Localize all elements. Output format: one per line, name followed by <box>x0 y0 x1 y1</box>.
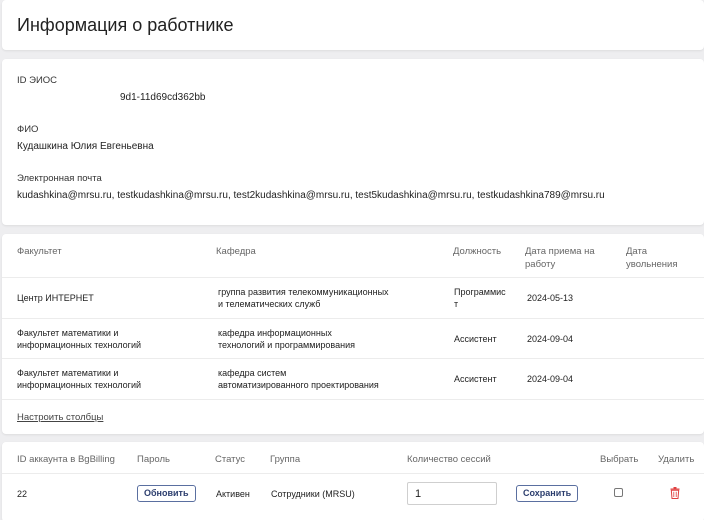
col-account-id: ID аккаунта в BgBilling <box>17 454 115 465</box>
divider <box>2 318 704 319</box>
row1-hire-date: 2024-05-13 <box>527 293 574 303</box>
account-status: Активен <box>216 489 250 499</box>
info-card: ID ЭИОС 9d1-11d69cd362bb ФИО Кудашкина Ю… <box>2 59 704 225</box>
row3-department: кафедра систем автоматизированного проек… <box>218 368 379 390</box>
row2-department: кафедра информационных технологий и прог… <box>218 328 355 350</box>
col-group: Группа <box>270 454 301 465</box>
col-delete: Удалить <box>658 454 695 465</box>
col-dismiss-date: Дата увольнения <box>626 246 678 270</box>
col-faculty: Факультет <box>17 246 62 257</box>
employment-table-card: Факультет Кафедра Должность Дата приема … <box>2 234 704 434</box>
row2-faculty: Факультет математики и информационных те… <box>17 328 142 350</box>
col-department: Кафедра <box>216 246 256 257</box>
col-sessions: Количество сессий <box>407 454 491 465</box>
email-value: kudashkina@mrsu.ru, testkudashkina@mrsu.… <box>17 190 605 201</box>
email-label: Электронная почта <box>17 173 102 184</box>
col-select: Выбрать <box>600 454 639 465</box>
divider <box>2 277 704 278</box>
sessions-input[interactable] <box>407 482 497 505</box>
row3-hire-date: 2024-09-04 <box>527 374 574 384</box>
col-hire-date: Дата приема на работу <box>525 246 595 270</box>
trash-icon[interactable] <box>670 487 680 499</box>
col-status: Статус <box>215 454 246 465</box>
col-password: Пароль <box>137 454 170 465</box>
page-title: Информация о работнике <box>17 15 234 35</box>
accounts-table-card: ID аккаунта в BgBilling Пароль Статус Гр… <box>2 442 704 520</box>
save-sessions-button[interactable]: Сохранить <box>516 485 579 502</box>
select-checkbox[interactable] <box>614 488 623 497</box>
update-password-button[interactable]: Обновить <box>137 485 196 502</box>
account-group: Сотрудники (MRSU) <box>271 489 355 499</box>
col-position: Должность <box>453 246 502 257</box>
configure-columns-link[interactable]: Настроить столбцы <box>17 412 103 423</box>
divider <box>2 399 704 400</box>
row1-faculty: Центр ИНТЕРНЕТ <box>17 293 94 303</box>
account-id: 22 <box>17 489 28 499</box>
row3-position: Ассистент <box>454 374 497 384</box>
divider <box>2 473 704 474</box>
fio-value: Кудашкина Юлия Евгеньевна <box>17 141 154 152</box>
row2-hire-date: 2024-09-04 <box>527 334 574 344</box>
eios-label: ID ЭИОС <box>17 75 58 86</box>
row1-position: Программис т <box>454 287 506 309</box>
row1-department: группа развития телекоммуникационных и т… <box>218 287 389 309</box>
divider <box>2 358 704 359</box>
eios-value: 9d1-11d69cd362bb <box>120 92 206 103</box>
row2-position: Ассистент <box>454 334 497 344</box>
fio-label: ФИО <box>17 124 39 135</box>
row3-faculty: Факультет математики и информационных те… <box>17 368 142 390</box>
header-card: Информация о работнике <box>2 0 704 50</box>
